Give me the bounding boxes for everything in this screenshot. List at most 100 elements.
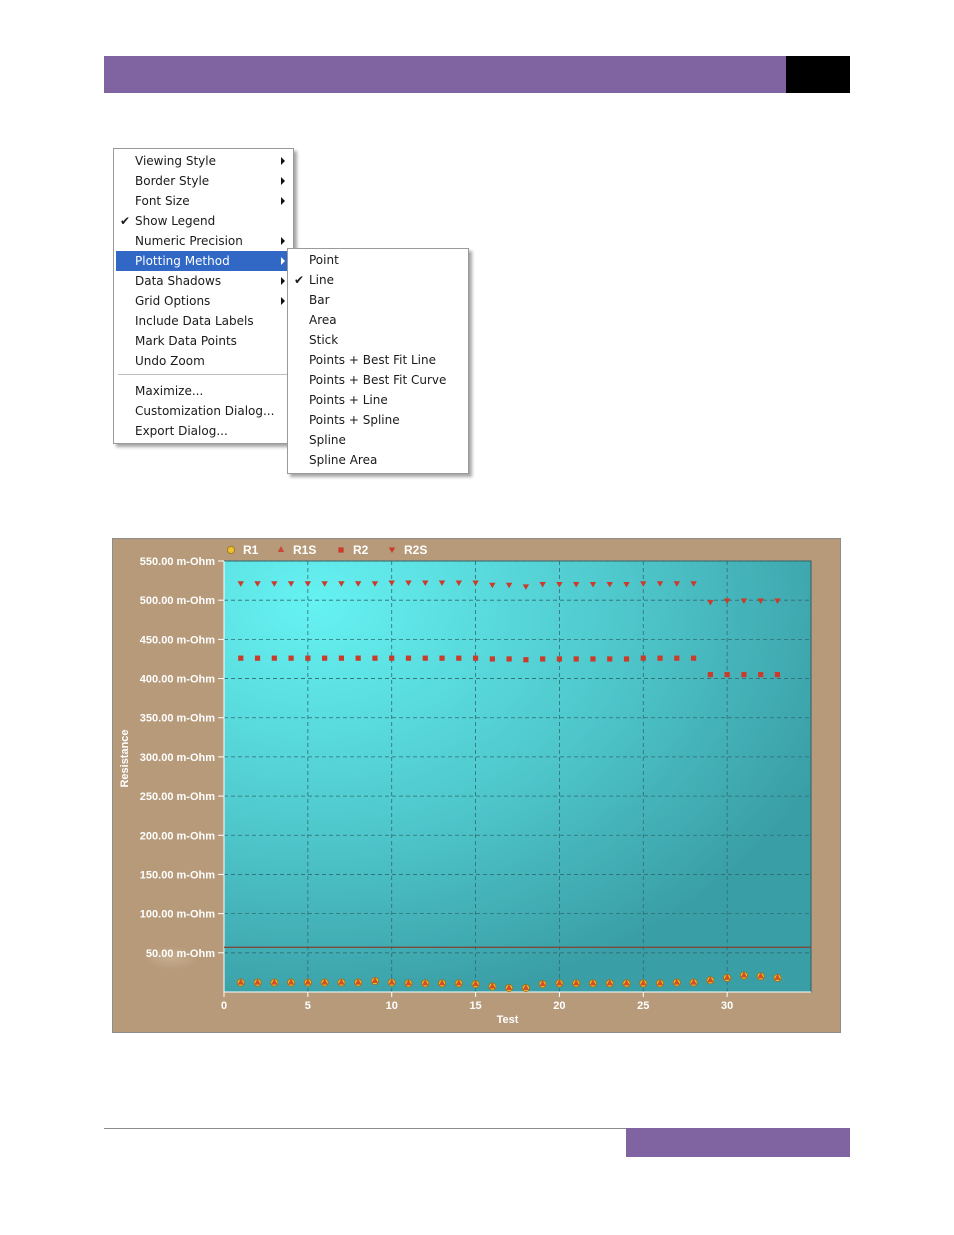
menu-item-label: Include Data Labels bbox=[135, 314, 254, 328]
y-tick-label: 550.00 m-Ohm bbox=[140, 556, 215, 568]
y-axis-title: Resistance bbox=[119, 729, 131, 787]
submenu-item-points-line[interactable]: Points + Line bbox=[290, 390, 466, 410]
menu-item-border-style[interactable]: Border Style bbox=[116, 171, 291, 191]
menu-item-show-legend[interactable]: ✔ Show Legend bbox=[116, 211, 291, 231]
submenu-arrow-icon bbox=[281, 157, 285, 165]
checkmark-icon: ✔ bbox=[120, 214, 131, 228]
submenu-item-points-best-fit-curve[interactable]: Points + Best Fit Curve bbox=[290, 370, 466, 390]
submenu-arrow-icon bbox=[281, 297, 285, 305]
menu-item-label: Font Size bbox=[135, 194, 190, 208]
point-r2 bbox=[472, 655, 479, 661]
submenu-arrow-icon bbox=[281, 237, 285, 245]
submenu-item-points-best-fit-line[interactable]: Points + Best Fit Line bbox=[290, 350, 466, 370]
point-r2 bbox=[774, 672, 781, 678]
menu-item-export-dialog[interactable]: Export Dialog... bbox=[116, 421, 291, 441]
chart-panel: 50.00 m-Ohm 100.00 m-Ohm 150.00 m-Ohm 200.0… bbox=[112, 538, 841, 1033]
menu-item-mark-data-points[interactable]: Mark Data Points bbox=[116, 331, 291, 351]
menu-item-label: Maximize... bbox=[135, 384, 204, 398]
page-number-box bbox=[786, 56, 850, 93]
point-r2 bbox=[506, 656, 512, 662]
menu-item-label: Plotting Method bbox=[135, 254, 230, 268]
menu-item-label: Points + Best Fit Curve bbox=[309, 373, 447, 387]
point-r2 bbox=[271, 655, 277, 661]
point-r2 bbox=[405, 655, 412, 661]
menu-item-label: Stick bbox=[309, 333, 339, 347]
submenu-item-points-spline[interactable]: Points + Spline bbox=[290, 410, 466, 430]
menu-item-maximize[interactable]: Maximize... bbox=[116, 381, 291, 401]
menu-item-include-data-labels[interactable]: Include Data Labels bbox=[116, 311, 291, 331]
menu-separator bbox=[118, 374, 289, 375]
footer-rule bbox=[104, 1128, 626, 1129]
point-r2 bbox=[540, 656, 546, 662]
menu-item-undo-zoom[interactable]: Undo Zoom bbox=[116, 351, 291, 371]
point-r2 bbox=[523, 657, 529, 663]
legend-marker-r2s bbox=[388, 547, 396, 553]
point-r2 bbox=[758, 672, 764, 678]
legend-label-r1s: R1S bbox=[293, 543, 316, 557]
point-r2 bbox=[372, 655, 378, 661]
menu-item-label: Customization Dialog... bbox=[135, 404, 275, 418]
submenu-item-spline-area[interactable]: Spline Area bbox=[290, 450, 466, 470]
point-r2 bbox=[439, 655, 445, 661]
point-r2 bbox=[640, 655, 646, 661]
menu-item-label: Points + Line bbox=[309, 393, 388, 407]
submenu-item-point[interactable]: Point bbox=[290, 250, 466, 270]
menu-item-data-shadows[interactable]: Data Shadows bbox=[116, 271, 291, 291]
legend-marker-r1 bbox=[227, 546, 236, 554]
point-r2 bbox=[338, 655, 344, 661]
y-tick-label: 150.00 m-Ohm bbox=[140, 869, 215, 881]
menu-item-label: Area bbox=[309, 313, 337, 327]
menu-item-label: Points + Best Fit Line bbox=[309, 353, 437, 367]
point-r2 bbox=[607, 656, 613, 662]
y-tick-label: 400.00 m-Ohm bbox=[140, 674, 215, 686]
x-axis-title: Test bbox=[497, 1014, 519, 1026]
menu-item-label: Export Dialog... bbox=[135, 424, 228, 438]
x-tick-label: 0 bbox=[221, 1000, 227, 1012]
x-tick-label: 10 bbox=[386, 1000, 398, 1012]
point-r2 bbox=[590, 656, 596, 662]
y-tick-label: 100.00 m-Ohm bbox=[140, 909, 215, 921]
point-r2 bbox=[657, 655, 663, 661]
submenu-item-stick[interactable]: Stick bbox=[290, 330, 466, 350]
menu-item-label: Point bbox=[309, 253, 339, 267]
point-r2 bbox=[238, 655, 244, 661]
menu-item-label: Line bbox=[309, 273, 335, 287]
point-r2 bbox=[741, 672, 747, 678]
menu-item-label: Mark Data Points bbox=[135, 334, 237, 348]
menu-item-label: Numeric Precision bbox=[135, 234, 243, 248]
menu-item-label: Spline Area bbox=[309, 453, 378, 467]
menu-item-viewing-style[interactable]: Viewing Style bbox=[116, 151, 291, 171]
point-r2 bbox=[254, 655, 261, 661]
submenu-item-spline[interactable]: Spline bbox=[290, 430, 466, 450]
plotting-method-submenu: Point ✔ Line Bar Area Stick Points + Best Fit … bbox=[287, 248, 469, 474]
plot-area bbox=[223, 560, 812, 993]
x-tick-label: 20 bbox=[553, 1000, 565, 1012]
menu-item-label: Viewing Style bbox=[135, 154, 216, 168]
legend-marker-r2 bbox=[338, 547, 344, 553]
menu-item-plotting-method[interactable]: Plotting Method bbox=[116, 251, 291, 271]
point-r2 bbox=[389, 655, 395, 661]
menu-item-numeric-precision[interactable]: Numeric Precision bbox=[116, 231, 291, 251]
submenu-item-line[interactable]: ✔ Line bbox=[290, 270, 466, 290]
submenu-item-bar[interactable]: Bar bbox=[290, 290, 466, 310]
menu-item-customization-dialog[interactable]: Customization Dialog... bbox=[116, 401, 291, 421]
point-r2 bbox=[355, 655, 361, 661]
resistance-chart: 50.00 m-Ohm 100.00 m-Ohm 150.00 m-Ohm 200.0… bbox=[119, 543, 812, 1026]
page-header-bar bbox=[104, 56, 786, 93]
point-r2 bbox=[707, 672, 713, 678]
point-r2 bbox=[305, 655, 311, 661]
menu-item-grid-options[interactable]: Grid Options bbox=[116, 291, 291, 311]
point-r2 bbox=[691, 655, 697, 661]
x-tick-label: 5 bbox=[305, 1000, 311, 1012]
legend-label-r2: R2 bbox=[353, 543, 369, 557]
x-tick-label: 25 bbox=[637, 1000, 649, 1012]
y-tick-label: 500.00 m-Ohm bbox=[140, 595, 215, 607]
submenu-item-area[interactable]: Area bbox=[290, 310, 466, 330]
point-r2 bbox=[422, 655, 428, 661]
y-tick-label: 50.00 m-Ohm bbox=[146, 948, 215, 960]
point-r2 bbox=[623, 656, 630, 662]
point-r2 bbox=[724, 672, 730, 678]
menu-item-font-size[interactable]: Font Size bbox=[116, 191, 291, 211]
y-tick-label: 350.00 m-Ohm bbox=[140, 713, 215, 725]
x-tick-label: 30 bbox=[721, 1000, 733, 1012]
